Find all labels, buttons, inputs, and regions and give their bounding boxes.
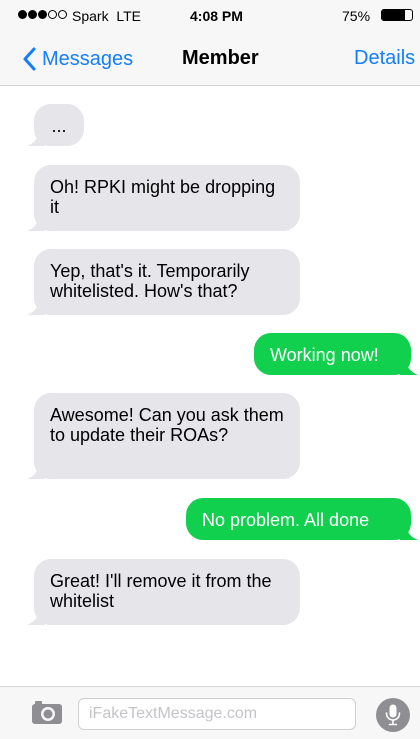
message-bubble-incoming: Awesome! Can you ask them to update thei… (27, 393, 300, 479)
carrier-label: Spark LTE (72, 8, 141, 24)
status-time: 4:08 PM (190, 8, 243, 24)
bubble-tail (27, 609, 45, 625)
compose-bar (0, 686, 420, 739)
bubble-tail (27, 130, 45, 146)
message-bubble-incoming: ... (27, 104, 84, 146)
message-text: Oh! RPKI might be dropping it (50, 177, 276, 217)
signal-dot (18, 10, 27, 19)
message-bubble-incoming: Oh! RPKI might be dropping it (27, 165, 300, 231)
message-input[interactable] (78, 698, 356, 730)
camera-button[interactable] (31, 699, 63, 730)
message-bubble-outgoing: Working now! (254, 333, 418, 375)
bubble-tail (400, 524, 418, 540)
nav-bar: Messages Member Details (0, 34, 420, 86)
signal-dot (48, 10, 57, 19)
battery-fill (382, 10, 405, 20)
signal-strength-icon (18, 10, 67, 19)
message-text: Working now! (270, 345, 379, 365)
battery-percent: 75% (342, 8, 371, 24)
message-bubble-incoming: Great! I'll remove it from the whitelist (27, 559, 300, 625)
camera-icon (32, 701, 62, 724)
details-button[interactable]: Details (354, 47, 415, 70)
bubble-tail (27, 299, 45, 315)
message-text: Great! I'll remove it from the whitelist (50, 571, 272, 611)
message-bubble-outgoing: No problem. All done (186, 498, 418, 540)
message-text: Awesome! Can you ask them to update thei… (50, 405, 284, 445)
back-button-label: Messages (42, 47, 134, 70)
message-bubble-incoming: Yep, that's it. Temporarily whitelisted.… (27, 249, 300, 315)
back-button[interactable]: Messages (22, 42, 133, 76)
chevron-left-icon (23, 47, 36, 71)
microphone-button[interactable] (376, 698, 410, 732)
message-text: Yep, that's it. Temporarily whitelisted.… (50, 261, 250, 301)
conversation-title: Member (182, 47, 259, 69)
message-text: No problem. All done (202, 510, 370, 530)
bubble-tail (27, 215, 45, 231)
status-bar: Spark LTE 4:08 PM 75% (0, 0, 420, 34)
bubble-tail (400, 359, 418, 375)
bubble-tail (27, 463, 45, 479)
signal-dot (58, 10, 67, 19)
signal-dot (28, 10, 37, 19)
message-text: ... (51, 116, 67, 136)
signal-dot (38, 10, 47, 19)
microphone-icon (385, 704, 401, 726)
battery-icon (381, 9, 413, 21)
